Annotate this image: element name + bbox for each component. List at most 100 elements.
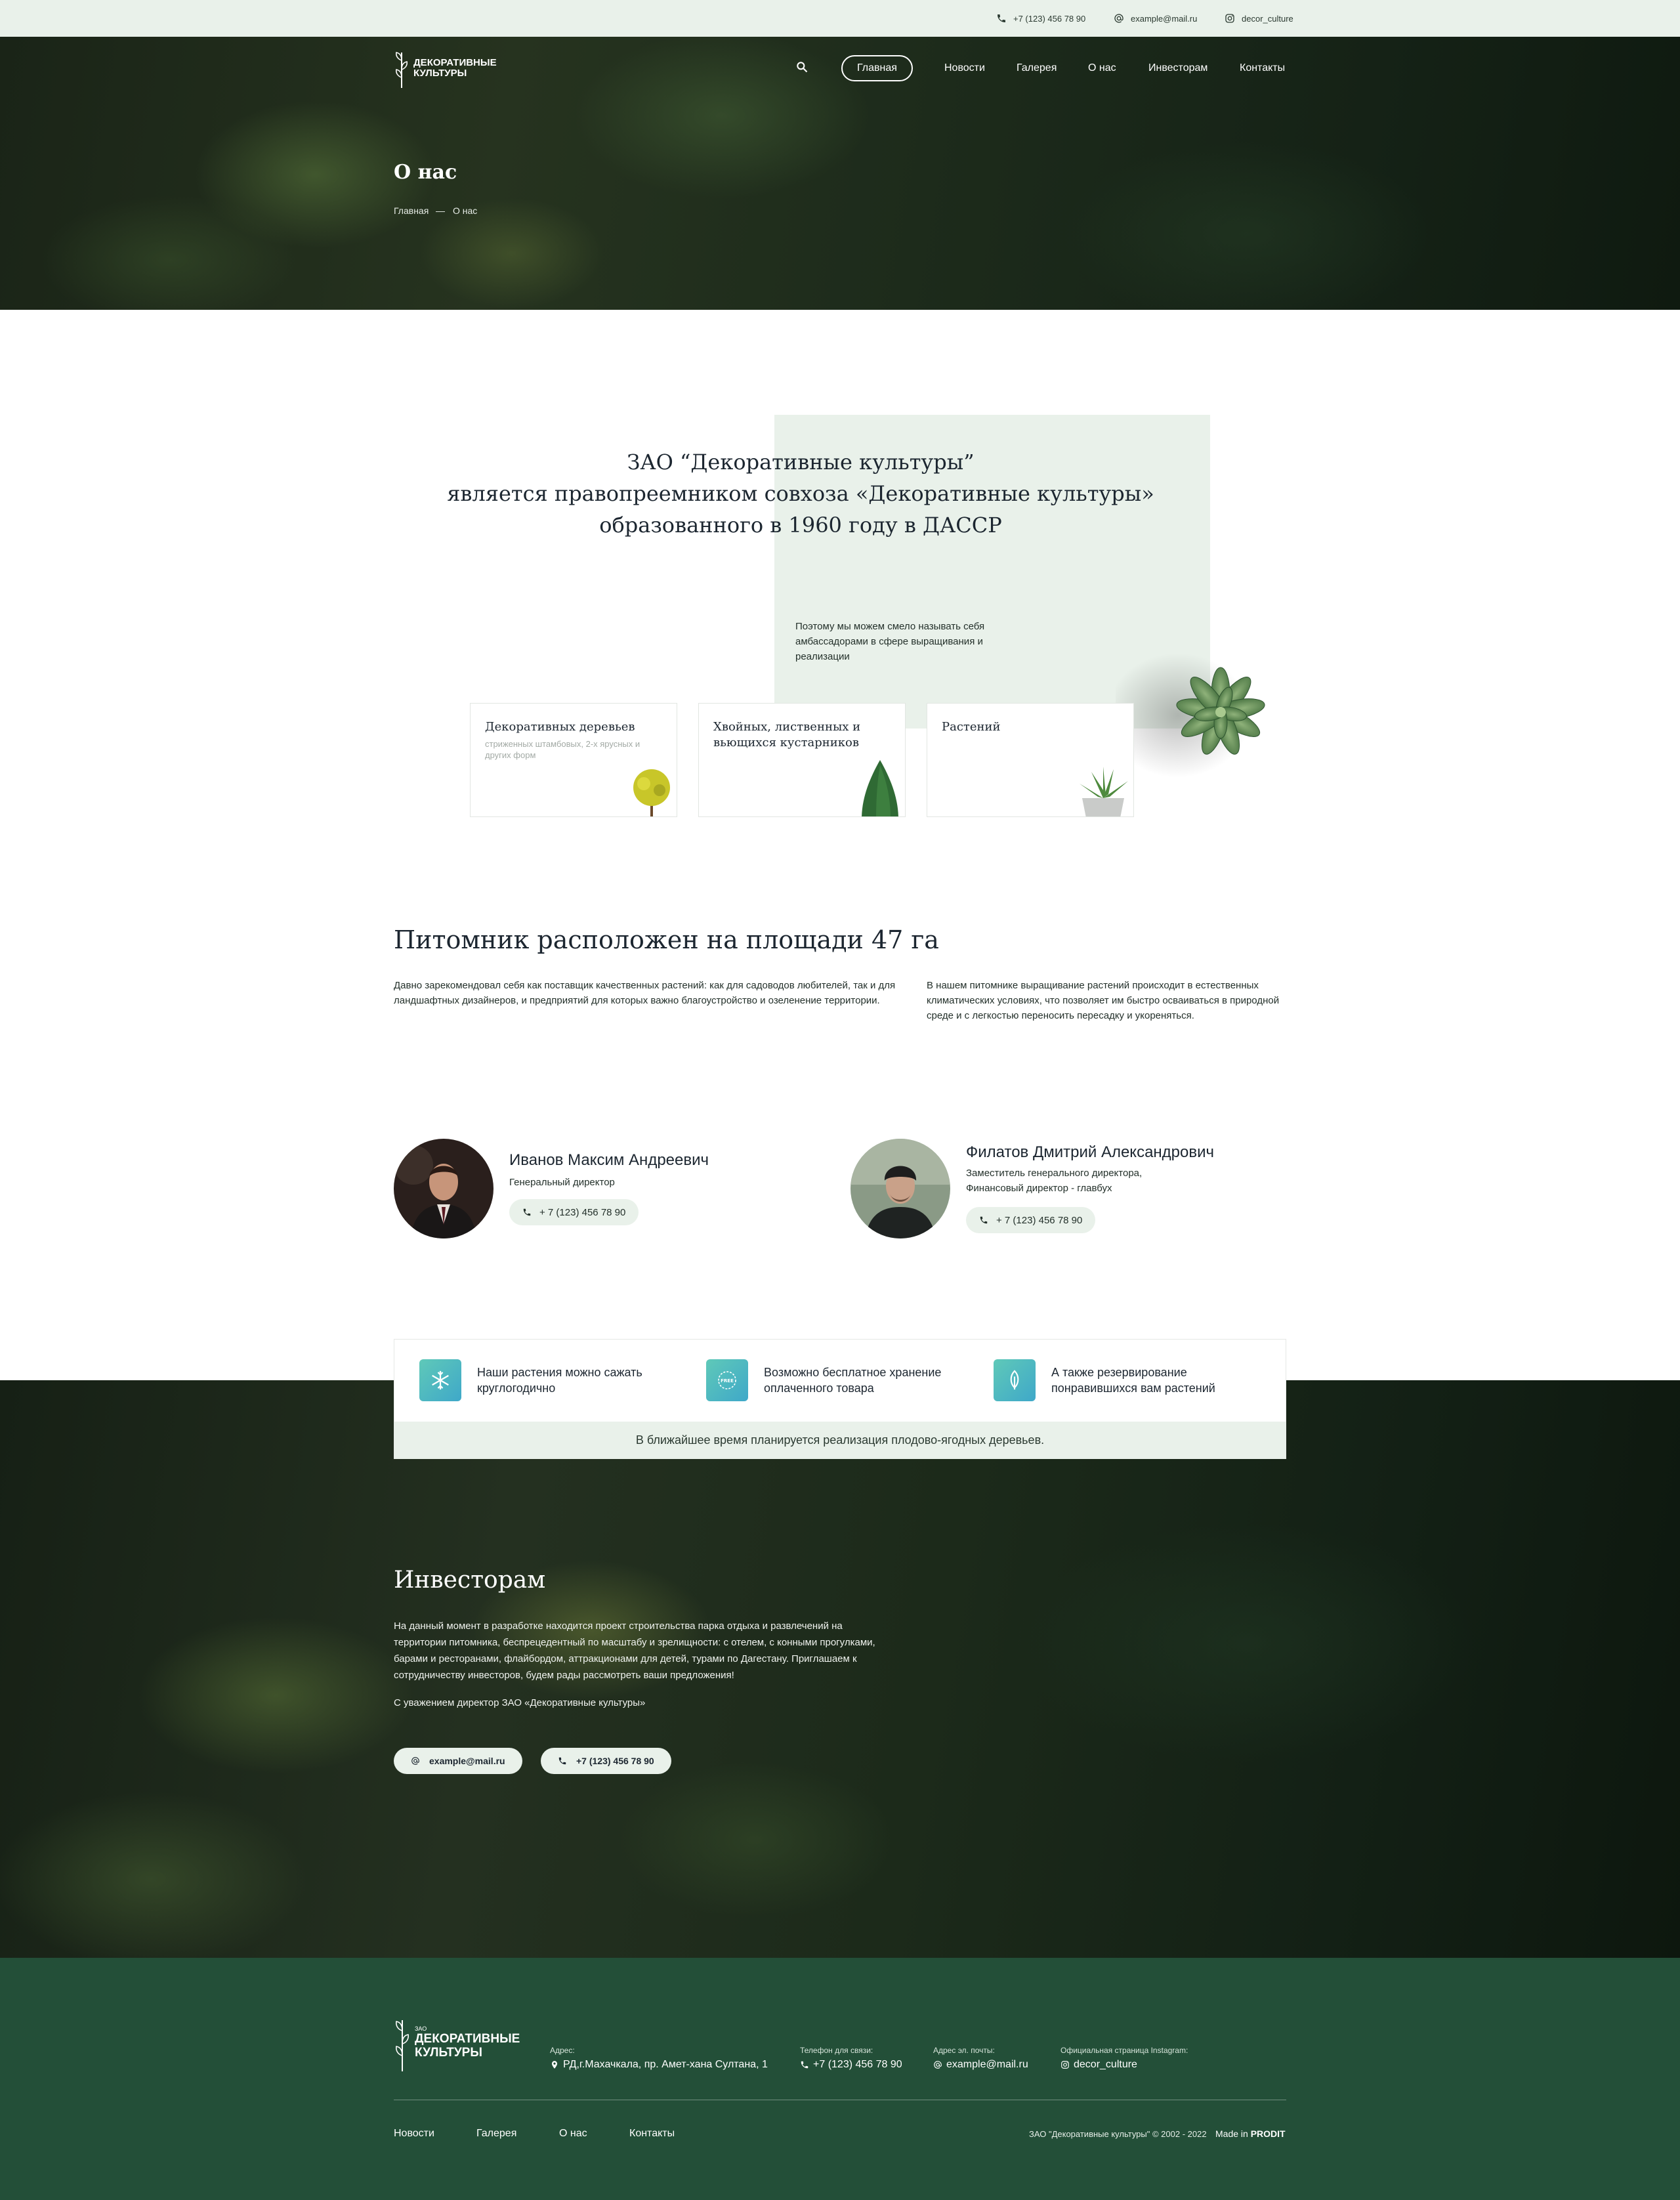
nav-about[interactable]: О нас — [1088, 55, 1116, 81]
person-avatar — [394, 1139, 494, 1238]
nav-gallery[interactable]: Галерея — [1017, 55, 1057, 81]
footer-logo-line-2: КУЛЬТУРЫ — [415, 2045, 482, 2060]
footer-nav-about[interactable]: О нас — [559, 2128, 587, 2140]
top-contact-bar: +7 (123) 456 78 90 example@mail.ru decor… — [0, 0, 1680, 37]
person-name: Филатов Дмитрий Александрович — [966, 1143, 1215, 1161]
person-avatar — [850, 1139, 950, 1238]
person-role: Генеральный директор — [509, 1177, 615, 1188]
footer-phone-label: Телефон для связи: — [800, 2046, 873, 2055]
investors-email-button[interactable]: example@mail.ru — [394, 1748, 522, 1774]
snowflake-icon — [419, 1359, 461, 1401]
topbar-instagram-text: decor_culture — [1242, 13, 1293, 24]
nav-home[interactable]: Главная — [841, 55, 913, 81]
footer-nav-contacts[interactable]: Контакты — [629, 2128, 675, 2140]
at-icon — [1114, 14, 1124, 23]
feature-text: Возможно бесплатное хранение оплаченного… — [764, 1366, 942, 1395]
footer-instagram-label: Официальная страница Instagram: — [1060, 2046, 1188, 2055]
footer-address-text: РД,г.Махачкала, пр. Амет-хана Султана, 1 — [563, 2059, 768, 2070]
investors-phone-text: +7 (123) 456 78 90 — [576, 1756, 654, 1766]
footer-phone[interactable]: +7 (123) 456 78 90 — [800, 2059, 902, 2071]
card-title: Растений — [942, 720, 1001, 734]
intro-heading-line-1: ЗАО “Декоративные культуры” — [627, 450, 975, 475]
category-card-trees[interactable]: Декоративных деревьев стриженных штамбов… — [470, 703, 677, 817]
feature-text: Наши растения можно сажать круглогодично — [477, 1366, 642, 1395]
person-phone-text: + 7 (123) 456 78 90 — [539, 1206, 626, 1218]
page-title: О нас — [394, 161, 457, 184]
investors-text: На данный момент в разработке находится … — [394, 1620, 875, 1681]
topbar-instagram[interactable]: decor_culture — [1225, 0, 1293, 37]
footer-address-label: Адрес: — [550, 2046, 575, 2055]
breadcrumb-home[interactable]: Главная — [394, 205, 429, 216]
conifer-image — [862, 760, 898, 816]
footer-phone-text: +7 (123) 456 78 90 — [813, 2059, 902, 2070]
footer — [0, 1958, 1680, 2200]
footer-logo-line-1: ДЕКОРАТИВНЫЕ — [415, 2032, 520, 2046]
intro-heading-line-3: образованного в 1960 году в ДАССР — [599, 513, 1002, 538]
nursery-title: Питомник расположен на площади 47 га — [394, 925, 939, 954]
card-subtitle: стриженных штамбовых, 2-х ярусных и друг… — [485, 739, 640, 760]
tree-image — [633, 769, 670, 816]
instagram-icon — [1225, 14, 1234, 23]
search-icon — [797, 62, 808, 73]
investors-title: Инвесторам — [394, 1567, 546, 1594]
header-logo[interactable]: ДЕКОРАТИВНЫЕ КУЛЬТУРЫ — [394, 47, 497, 89]
map-pin-icon — [551, 2061, 558, 2069]
footer-logo[interactable]: ЗАО ДЕКОРАТИВНЫЕ КУЛЬТУРЫ — [394, 2014, 520, 2073]
succulent-image — [1106, 643, 1286, 801]
leaf-icon — [994, 1359, 1036, 1401]
at-icon — [934, 2061, 942, 2069]
footer-nav-gallery[interactable]: Галерея — [476, 2128, 516, 2140]
intro-note: Поэтому мы можем смело называть себя амб… — [795, 621, 985, 662]
topbar-phone[interactable]: +7 (123) 456 78 90 — [996, 0, 1085, 37]
card-title: Хвойных, лиственных и вьющихся кустарник… — [713, 720, 861, 750]
breadcrumb-current: О нас — [453, 205, 478, 216]
logo-plant-icon — [396, 2020, 409, 2071]
card-title: Декоративных деревьев — [485, 720, 635, 734]
phone-icon — [980, 1216, 988, 1224]
footer-email-text: example@mail.ru — [946, 2059, 1028, 2070]
topbar-email-text: example@mail.ru — [1131, 13, 1198, 24]
topbar-email[interactable]: example@mail.ru — [1114, 0, 1197, 37]
nav-news[interactable]: Новости — [944, 55, 985, 81]
topbar-phone-text: +7 (123) 456 78 90 — [1013, 13, 1086, 24]
investors-signature: С уважением директор ЗАО «Декоративные к… — [394, 1697, 646, 1708]
footer-instagram[interactable]: decor_culture — [1060, 2059, 1137, 2071]
made-by-brand: PRODIT — [1250, 2128, 1286, 2139]
feature-text: А также резервирование понравившихся вам… — [1051, 1366, 1215, 1395]
intro-heading-line-2: является правопреемником совхоза «Декора… — [447, 481, 1154, 506]
free-badge-icon: FREE — [706, 1359, 748, 1401]
footer-nav-news[interactable]: Новости — [394, 2128, 434, 2140]
hero-banner — [0, 37, 1680, 310]
phone-icon — [801, 2061, 808, 2069]
made-in-text: Made in — [1215, 2128, 1248, 2139]
nav-investors[interactable]: Инвесторам — [1148, 55, 1208, 81]
footer-copyright: ЗАО "Декоративные культуры" © 2002 - 202… — [1029, 2129, 1207, 2139]
category-card-plants[interactable]: Растений — [927, 703, 1134, 817]
logo-line-2: КУЛЬТУРЫ — [413, 68, 467, 79]
person-role: Заместитель генерального директора, Фина… — [966, 1168, 1143, 1194]
potted-plant-image — [1080, 767, 1128, 816]
at-icon — [411, 1757, 419, 1765]
footer-email[interactable]: example@mail.ru — [933, 2059, 1028, 2071]
person-phone-button[interactable]: + 7 (123) 456 78 90 — [509, 1199, 639, 1225]
intro-heading: ЗАО “Декоративные культуры” является пра… — [420, 446, 1181, 541]
category-card-shrubs[interactable]: Хвойных, лиственных и вьющихся кустарник… — [698, 703, 906, 817]
logo-plant-icon — [396, 52, 408, 88]
phone-icon — [523, 1208, 531, 1216]
features-note: В ближайшее время планируется реализация… — [394, 1422, 1286, 1459]
person-phone-button[interactable]: + 7 (123) 456 78 90 — [966, 1207, 1096, 1233]
made-in-link[interactable]: Made in PRODIT — [1215, 2128, 1286, 2139]
investors-phone-button[interactable]: +7 (123) 456 78 90 — [541, 1748, 671, 1774]
person-name: Иванов Максим Андреевич — [509, 1151, 709, 1169]
free-badge-text: FREE — [721, 1378, 734, 1384]
footer-instagram-text: decor_culture — [1074, 2059, 1137, 2070]
logo-line-1: ДЕКОРАТИВНЫЕ — [413, 56, 497, 68]
nav-contacts[interactable]: Контакты — [1240, 55, 1285, 81]
phone-icon — [558, 1757, 566, 1765]
breadcrumb-separator: — — [436, 205, 445, 216]
investors-email-text: example@mail.ru — [429, 1756, 505, 1766]
phone-icon — [998, 14, 1005, 22]
person-phone-text: + 7 (123) 456 78 90 — [996, 1214, 1083, 1226]
nursery-text-right: В нашем питомнике выращивание растений п… — [927, 980, 1280, 1021]
search-button[interactable] — [795, 60, 808, 77]
